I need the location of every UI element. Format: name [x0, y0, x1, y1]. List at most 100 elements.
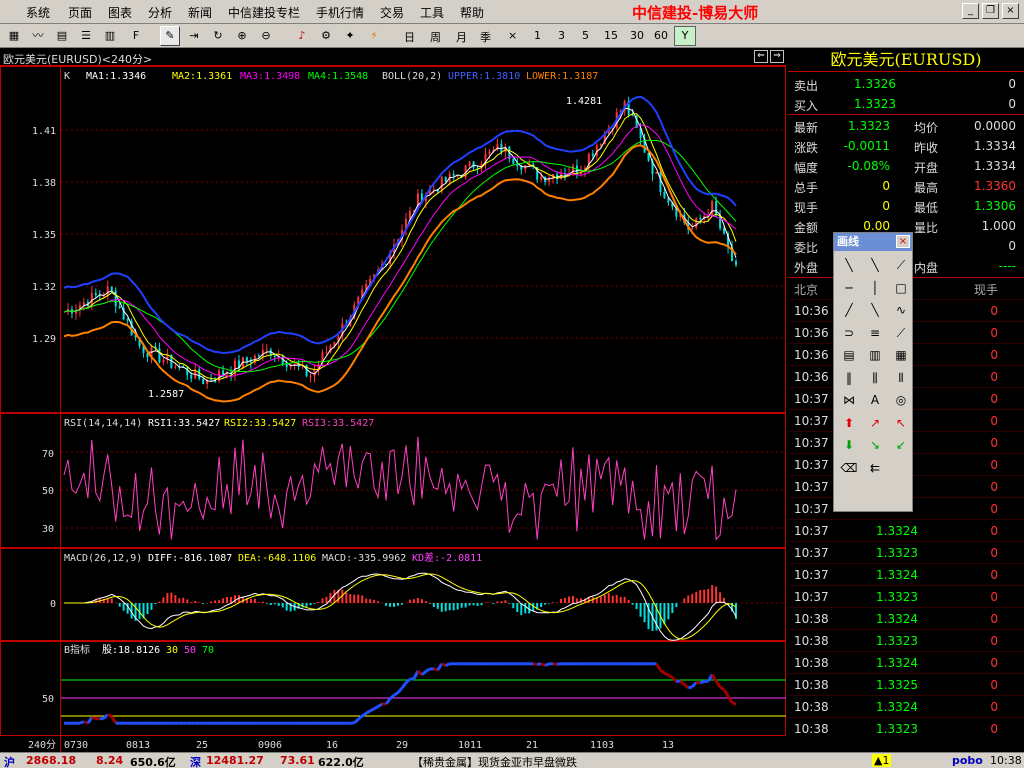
tick-vol: 0: [990, 546, 998, 560]
vline-icon[interactable]: │: [864, 278, 886, 298]
period-week[interactable]: 周: [430, 29, 441, 45]
refresh-icon[interactable]: ↻: [208, 26, 228, 46]
restore-icon[interactable]: ❐: [982, 3, 999, 19]
text-icon[interactable]: A: [864, 390, 886, 410]
draw-pen-icon[interactable]: ✎: [160, 26, 180, 46]
menu-analysis[interactable]: 分析: [148, 4, 172, 21]
tick-vol: 0: [990, 392, 998, 406]
menu-help[interactable]: 帮助: [460, 4, 484, 21]
fan-icon[interactable]: ≡: [864, 323, 886, 343]
period-month[interactable]: 月: [456, 29, 467, 45]
down-arrow-icon[interactable]: ⬇: [838, 435, 860, 455]
rect-icon[interactable]: □: [890, 278, 912, 298]
drawing-tools-panel[interactable]: 画线 × ╲ ╲ ⟋ ─ │ □ ╱ ╲ ∿ ⊃ ≡ ⟋ ▤ ▥ ▦ ‖ ⫼ ⫴ ⋈ A ◎ ⬆ ↗ ↖ ⬇ ↘ ↙ ⌫ ⇇: [833, 232, 913, 512]
period-15min[interactable]: 15: [604, 29, 618, 42]
downleft-arrow-icon[interactable]: ↙: [890, 435, 912, 455]
buy-row[interactable]: 买入 1.3323 0: [788, 94, 1024, 114]
period-1min[interactable]: 1: [534, 29, 541, 42]
alarm-bell-icon[interactable]: ♪: [292, 26, 312, 46]
menu-column[interactable]: 中信建投专栏: [228, 4, 300, 21]
portfolio-icon[interactable]: ✦: [340, 26, 360, 46]
cycle-icon[interactable]: ⫴: [890, 368, 912, 388]
menu-chart[interactable]: 图表: [108, 4, 132, 21]
f10-icon[interactable]: F: [126, 26, 146, 46]
period-multiply[interactable]: ×: [508, 29, 517, 42]
channel-icon[interactable]: ▤: [838, 345, 860, 365]
flash-icon[interactable]: ⚡: [364, 26, 384, 46]
b-indicator-segment: [699, 680, 705, 685]
minimize-icon[interactable]: _: [962, 3, 979, 19]
gann-icon[interactable]: ⟋: [890, 323, 912, 343]
hline-icon[interactable]: ─: [838, 278, 860, 298]
menu-tools[interactable]: 工具: [420, 4, 444, 21]
fib-icon[interactable]: ▥: [864, 345, 886, 365]
period-60min[interactable]: 60: [654, 29, 668, 42]
trend-icon[interactable]: ╲: [864, 300, 886, 320]
arc-icon[interactable]: ⊃: [838, 323, 860, 343]
menu-trade[interactable]: 交易: [380, 4, 404, 21]
indicator-icon[interactable]: ⚙: [316, 26, 336, 46]
segment-icon[interactable]: ╲: [864, 255, 886, 275]
tick-row[interactable]: 10:37 1.3324 0: [788, 563, 1024, 585]
line-chart-icon[interactable]: 〰: [28, 26, 48, 46]
export-icon[interactable]: ⇥: [184, 26, 204, 46]
tick-row[interactable]: 10:37 1.3323 0: [788, 585, 1024, 607]
candle-body: [699, 218, 702, 220]
menu-page[interactable]: 页面: [68, 4, 92, 21]
period-icon[interactable]: ‖: [838, 368, 860, 388]
menu-news[interactable]: 新闻: [188, 4, 212, 21]
upleft-arrow-icon[interactable]: ↖: [890, 413, 912, 433]
prev-arrow-icon[interactable]: ⇐: [754, 50, 768, 63]
b-indicator-segment: [687, 685, 693, 690]
period-3min[interactable]: 3: [558, 29, 565, 42]
tick-row[interactable]: 10:38 1.3324 0: [788, 695, 1024, 717]
ray-icon[interactable]: ╱: [838, 300, 860, 320]
chart-area[interactable]: 1.41 1.38 1.35 1.32 1.29 1.4281 1.2587 K…: [0, 66, 786, 754]
tick-row[interactable]: 10:38 1.3324 0: [788, 651, 1024, 673]
wave-icon[interactable]: ∿: [890, 300, 912, 320]
period-year-button[interactable]: Y: [674, 26, 696, 46]
delete-lines-icon[interactable]: ⇇: [864, 458, 886, 478]
sell-row[interactable]: 卖出 1.3326 0: [788, 74, 1024, 94]
zoom-out-icon[interactable]: ⊖: [256, 26, 276, 46]
list-icon[interactable]: ☰: [76, 26, 96, 46]
line-icon[interactable]: ╲: [838, 255, 860, 275]
tick-row[interactable]: 10:38 1.3323 0: [788, 717, 1024, 739]
candle-body: [257, 355, 260, 357]
columns-icon[interactable]: ▥: [100, 26, 120, 46]
tick-row[interactable]: 10:37 1.3323 0: [788, 541, 1024, 563]
fib-time-icon[interactable]: ⫼: [864, 368, 886, 388]
alert-badge[interactable]: ▲1: [872, 754, 892, 767]
menu-system[interactable]: 系统: [26, 4, 50, 21]
tick-row[interactable]: 10:37 1.3324 0: [788, 519, 1024, 541]
target-icon[interactable]: ◎: [890, 390, 912, 410]
candle-body: [488, 151, 491, 154]
period-day[interactable]: 日: [404, 29, 415, 45]
menu-mobile[interactable]: 手机行情: [316, 4, 364, 21]
tick-time: 10:36: [794, 370, 829, 384]
tick-row[interactable]: 10:38 1.3323 0: [788, 629, 1024, 651]
tick-row[interactable]: 10:38 1.3324 0: [788, 607, 1024, 629]
news-ticker[interactable]: 【稀贵金属】现货金亚市早盘微跌: [412, 754, 577, 768]
downright-arrow-icon[interactable]: ↘: [864, 435, 886, 455]
b-indicator-segment: [441, 662, 447, 667]
period-quarter[interactable]: 季: [480, 29, 491, 45]
eraser-icon[interactable]: ⌫: [838, 458, 860, 478]
close-icon[interactable]: ×: [896, 235, 910, 248]
close-icon[interactable]: ×: [1002, 3, 1019, 19]
period-5min[interactable]: 5: [582, 29, 589, 42]
tick-row[interactable]: 10:38 1.3325 0: [788, 673, 1024, 695]
zoom-in-icon[interactable]: ⊕: [232, 26, 252, 46]
period-30min[interactable]: 30: [630, 29, 644, 42]
up-arrow-icon[interactable]: ⬆: [838, 413, 860, 433]
toolbar: ▦ 〰 ▤ ☰ ▥ F ✎ ⇥ ↻ ⊕ ⊖ ♪ ⚙ ✦ ⚡ 日 周 月 季 × …: [0, 24, 1024, 48]
table-icon[interactable]: ▤: [52, 26, 72, 46]
tick-price: 1.3323: [876, 722, 918, 736]
pitchfork-icon[interactable]: ⋈: [838, 390, 860, 410]
grid-icon[interactable]: ▦: [4, 26, 24, 46]
tick-time: 10:37: [794, 546, 829, 560]
next-arrow-icon[interactable]: ⇒: [770, 50, 784, 63]
upright-arrow-icon[interactable]: ↗: [864, 413, 886, 433]
grid-tool-icon[interactable]: ▦: [890, 345, 912, 365]
parallel-icon[interactable]: ⟋: [890, 255, 912, 275]
